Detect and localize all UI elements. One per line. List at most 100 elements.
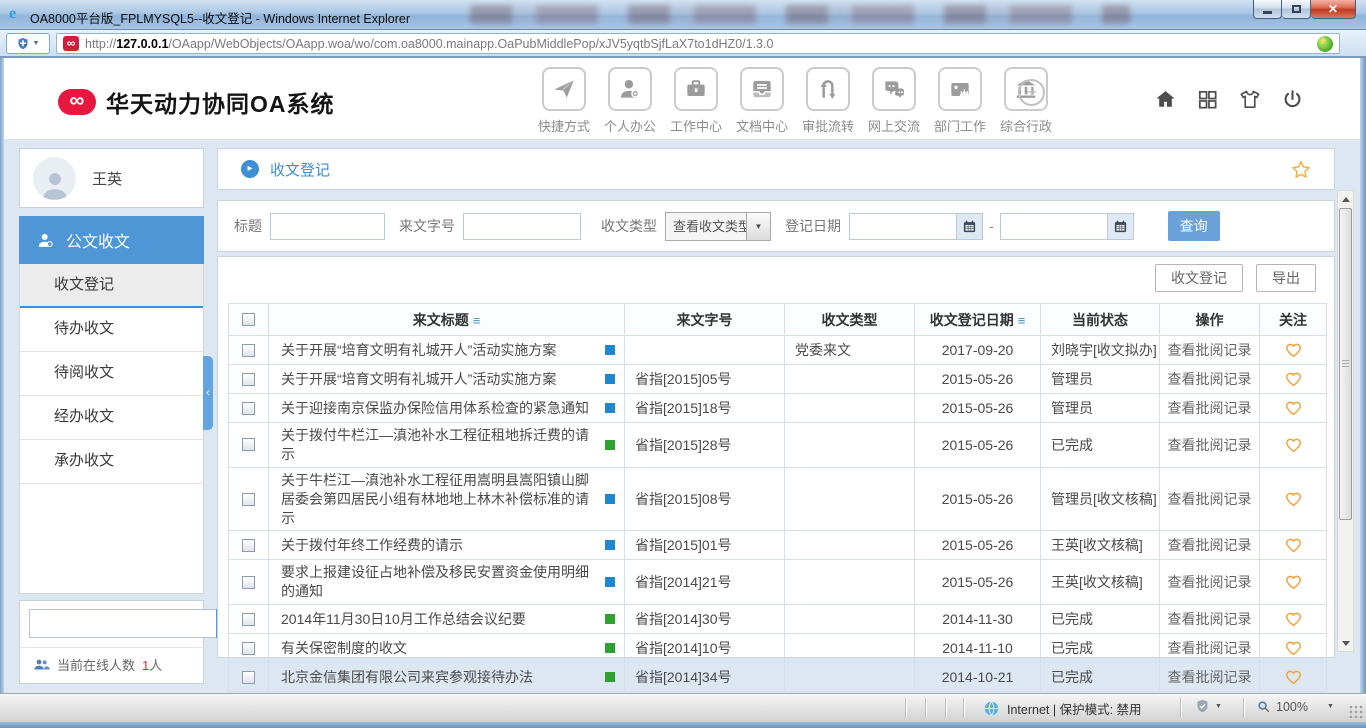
row-checkbox[interactable]	[242, 344, 255, 357]
heart-follow-icon[interactable]	[1260, 560, 1327, 605]
user-card: 王英	[19, 148, 204, 208]
query-button[interactable]: 查询	[1168, 211, 1220, 241]
view-record-link[interactable]: 查看批阅记录	[1168, 611, 1252, 627]
doc-title[interactable]: 北京金信集团有限公司来宾参观接待办法	[281, 669, 533, 685]
heart-follow-icon[interactable]	[1260, 394, 1327, 423]
heart-follow-icon[interactable]	[1260, 423, 1327, 468]
browser-extension-icon[interactable]: +	[1317, 36, 1333, 52]
page-scrollbar[interactable]	[1337, 190, 1354, 652]
heart-follow-icon[interactable]	[1260, 365, 1327, 394]
nav-item-4[interactable]: 审批流转	[801, 67, 855, 135]
sidebar-collapse-handle[interactable]: ‹	[203, 356, 213, 430]
table-row[interactable]: 有关保密制度的收文省指[2014]10号2014-11-10已完成查看批阅记录	[229, 634, 1327, 663]
table-row[interactable]: 2014年11月30日10月工作总结会议纪要省指[2014]30号2014-11…	[229, 605, 1327, 634]
view-record-link[interactable]: 查看批阅记录	[1168, 640, 1252, 656]
nav-item-6[interactable]: 部门工作	[933, 67, 987, 135]
scrollbar-thumb[interactable]	[1339, 208, 1352, 520]
close-button[interactable]: ✕	[1311, 0, 1356, 19]
heart-follow-icon[interactable]	[1260, 663, 1327, 692]
add-module-icon[interactable]: +	[1018, 79, 1045, 106]
sort-icon[interactable]: ≡	[1018, 313, 1026, 328]
doc-title[interactable]: 有关保密制度的收文	[281, 640, 407, 656]
calendar-icon[interactable]	[1108, 213, 1134, 240]
col-date[interactable]: 收文登记日期≡	[915, 304, 1041, 336]
grid-apps-icon[interactable]	[1196, 88, 1219, 111]
view-record-link[interactable]: 查看批阅记录	[1168, 437, 1252, 453]
shield-add-button[interactable]: ▼	[6, 33, 50, 54]
sidebar-item-4[interactable]: 承办收文	[20, 440, 203, 484]
sort-icon[interactable]: ≡	[473, 313, 481, 328]
doc-title[interactable]: 2014年11月30日10月工作总结会议纪要	[281, 611, 526, 627]
view-record-link[interactable]: 查看批阅记录	[1168, 400, 1252, 416]
filter-type-select[interactable]: 查看收文类型 ▼	[665, 212, 771, 241]
resize-grip[interactable]	[1349, 705, 1363, 719]
doc-title[interactable]: 关于拨付牛栏江—滇池补水工程征租地拆迁费的请示	[281, 427, 589, 462]
table-row[interactable]: 关于开展“培育文明有礼城开人”活动实施方案党委来文2017-09-20刘晓宇[收…	[229, 336, 1327, 365]
row-checkbox[interactable]	[242, 576, 255, 589]
view-record-link[interactable]: 查看批阅记录	[1168, 574, 1252, 590]
doc-title[interactable]: 关于迎接南京保监办保险信用体系检查的紧急通知	[281, 400, 589, 416]
doc-title[interactable]: 关于开展“培育文明有礼城开人”活动实施方案	[281, 371, 556, 387]
sidebar-item-1[interactable]: 待办收文	[20, 308, 203, 352]
table-row[interactable]: 关于开展“培育文明有礼城开人”活动实施方案省指[2015]05号2015-05-…	[229, 365, 1327, 394]
doc-title[interactable]: 关于拨付年终工作经费的请示	[281, 537, 463, 553]
row-checkbox[interactable]	[242, 493, 255, 506]
calendar-icon[interactable]	[957, 213, 983, 240]
sidebar-section-gongwenshouwen[interactable]: 公文收文	[19, 216, 204, 264]
power-logout-icon[interactable]	[1281, 88, 1304, 111]
scroll-down-arrow[interactable]	[1338, 635, 1353, 651]
heart-follow-icon[interactable]	[1260, 605, 1327, 634]
table-row[interactable]: 关于牛栏江—滇池补水工程征用嵩明县嵩阳镇山脚居委会第四居民小组有林地地上林木补偿…	[229, 467, 1327, 531]
filter-status-control[interactable]: ▼	[1195, 699, 1222, 714]
nav-item-0[interactable]: 快捷方式	[537, 67, 591, 135]
table-row[interactable]: 要求上报建设征占地补偿及移民安置资金使用明细的通知省指[2014]21号2015…	[229, 560, 1327, 605]
doc-title[interactable]: 要求上报建设征占地补偿及移民安置资金使用明细的通知	[281, 564, 589, 599]
filter-docno-input[interactable]	[463, 213, 581, 240]
filter-date-to-input[interactable]	[1000, 213, 1108, 240]
table-row[interactable]: 关于拨付年终工作经费的请示省指[2015]01号2015-05-26王英[收文核…	[229, 531, 1327, 560]
col-title[interactable]: 来文标题≡	[269, 304, 625, 336]
export-button[interactable]: 导出	[1256, 264, 1316, 292]
view-record-link[interactable]: 查看批阅记录	[1168, 371, 1252, 387]
heart-follow-icon[interactable]	[1260, 531, 1327, 560]
doc-title[interactable]: 关于牛栏江—滇池补水工程征用嵩明县嵩阳镇山脚居委会第四居民小组有林地地上林木补偿…	[281, 472, 589, 526]
table-row[interactable]: 关于迎接南京保监办保险信用体系检查的紧急通知省指[2015]18号2015-05…	[229, 394, 1327, 423]
filter-title-input[interactable]	[270, 213, 385, 240]
row-checkbox[interactable]	[242, 642, 255, 655]
register-document-button[interactable]: 收文登记	[1155, 264, 1243, 292]
theme-shirt-icon[interactable]	[1238, 88, 1262, 111]
row-checkbox[interactable]	[242, 539, 255, 552]
sidebar-search-input[interactable]	[29, 609, 216, 638]
zoom-control[interactable]: 100% ▼	[1256, 699, 1334, 714]
table-row[interactable]: 北京金信集团有限公司来宾参观接待办法省指[2014]34号2014-10-21已…	[229, 663, 1327, 692]
heart-follow-icon[interactable]	[1260, 467, 1327, 531]
heart-follow-icon[interactable]	[1260, 336, 1327, 365]
sidebar-item-0[interactable]: 收文登记	[20, 264, 203, 308]
home-icon[interactable]	[1154, 88, 1177, 111]
view-record-link[interactable]: 查看批阅记录	[1168, 342, 1252, 358]
nav-item-5[interactable]: 网上交流	[867, 67, 921, 135]
nav-item-1[interactable]: 个人办公	[603, 67, 657, 135]
table-row[interactable]: 关于拨付牛栏江—滇池补水工程征租地拆迁费的请示省指[2015]28号2015-0…	[229, 423, 1327, 468]
heart-follow-icon[interactable]	[1260, 634, 1327, 663]
sidebar-item-2[interactable]: 待阅收文	[20, 352, 203, 396]
maximize-button[interactable]	[1282, 0, 1311, 19]
nav-item-3[interactable]: 文档中心	[735, 67, 789, 135]
url-field[interactable]: ∞ http://127.0.0.1/OAapp/WebObjects/OAap…	[56, 33, 1340, 54]
favorite-star-icon[interactable]	[1290, 159, 1312, 181]
row-checkbox[interactable]	[242, 402, 255, 415]
view-record-link[interactable]: 查看批阅记录	[1168, 491, 1252, 507]
row-checkbox[interactable]	[242, 613, 255, 626]
view-record-link[interactable]: 查看批阅记录	[1168, 669, 1252, 685]
row-checkbox[interactable]	[242, 373, 255, 386]
scroll-up-arrow[interactable]	[1338, 191, 1353, 207]
doc-title[interactable]: 关于开展“培育文明有礼城开人”活动实施方案	[281, 342, 556, 358]
select-all-checkbox[interactable]	[242, 313, 255, 326]
row-checkbox[interactable]	[242, 671, 255, 684]
filter-date-from-input[interactable]	[849, 213, 957, 240]
sidebar-item-3[interactable]: 经办收文	[20, 396, 203, 440]
row-checkbox[interactable]	[242, 438, 255, 451]
view-record-link[interactable]: 查看批阅记录	[1168, 537, 1252, 553]
nav-item-2[interactable]: 工作中心	[669, 67, 723, 135]
minimize-button[interactable]	[1253, 0, 1282, 19]
